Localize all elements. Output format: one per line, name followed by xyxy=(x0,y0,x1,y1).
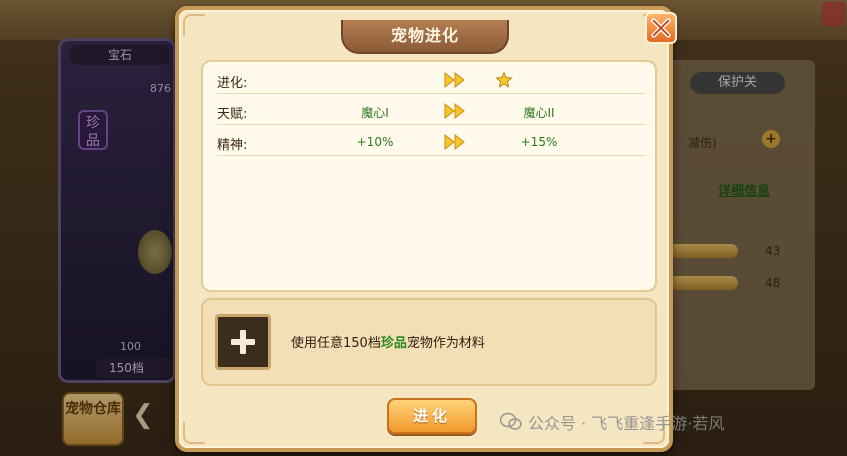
watermark-text: 公众号 · 飞飞重逢手游·若风 xyxy=(528,414,725,433)
stat-before-value: 魔心I xyxy=(361,106,389,120)
stat-row-talent: 天赋: 魔心I 魔心II xyxy=(217,99,645,125)
stat-label: 进化: xyxy=(217,76,248,91)
stat-row-spirit: 精神: +10% +15% xyxy=(217,130,645,156)
close-icon xyxy=(651,18,671,38)
frame-corner xyxy=(183,422,205,444)
dialog-title: 宠物进化 xyxy=(341,20,509,54)
double-arrow-icon xyxy=(444,71,465,89)
star-icon xyxy=(495,71,513,88)
stat-label: 天赋: xyxy=(217,107,248,122)
pet-evolution-dialog: 宠物进化 进化: 天赋: 魔心I 魔心II 精神: +10% +15% 使用任意… xyxy=(175,6,677,452)
stat-label: 精神: xyxy=(217,138,248,153)
evolve-button[interactable]: 进化 xyxy=(387,398,477,434)
material-requirement-text: 使用任意150档珍品宠物作为材料 xyxy=(291,332,485,351)
double-arrow-icon xyxy=(444,102,465,120)
frame-corner xyxy=(183,14,205,36)
stat-before-value: +10% xyxy=(356,135,394,149)
stat-after-value: 魔心II xyxy=(523,106,555,120)
wechat-icon xyxy=(500,412,522,430)
material-slot-button[interactable] xyxy=(215,314,271,370)
evolution-stats-panel: 进化: 天赋: 魔心I 魔心II 精神: +10% +15% xyxy=(201,60,657,292)
material-rare-label: 珍品 xyxy=(380,336,407,351)
material-text-suffix: 宠物作为材料 xyxy=(406,336,485,351)
material-text-prefix: 使用任意150档 xyxy=(291,336,381,351)
stat-row-evolution: 进化: xyxy=(217,68,645,94)
double-arrow-icon xyxy=(444,133,465,151)
watermark: 公众号 · 飞飞重逢手游·若风 xyxy=(500,410,724,434)
stat-after-value: +15% xyxy=(520,135,558,149)
material-panel: 使用任意150档珍品宠物作为材料 xyxy=(201,298,657,386)
plus-icon xyxy=(231,330,255,354)
close-button[interactable] xyxy=(645,12,677,44)
